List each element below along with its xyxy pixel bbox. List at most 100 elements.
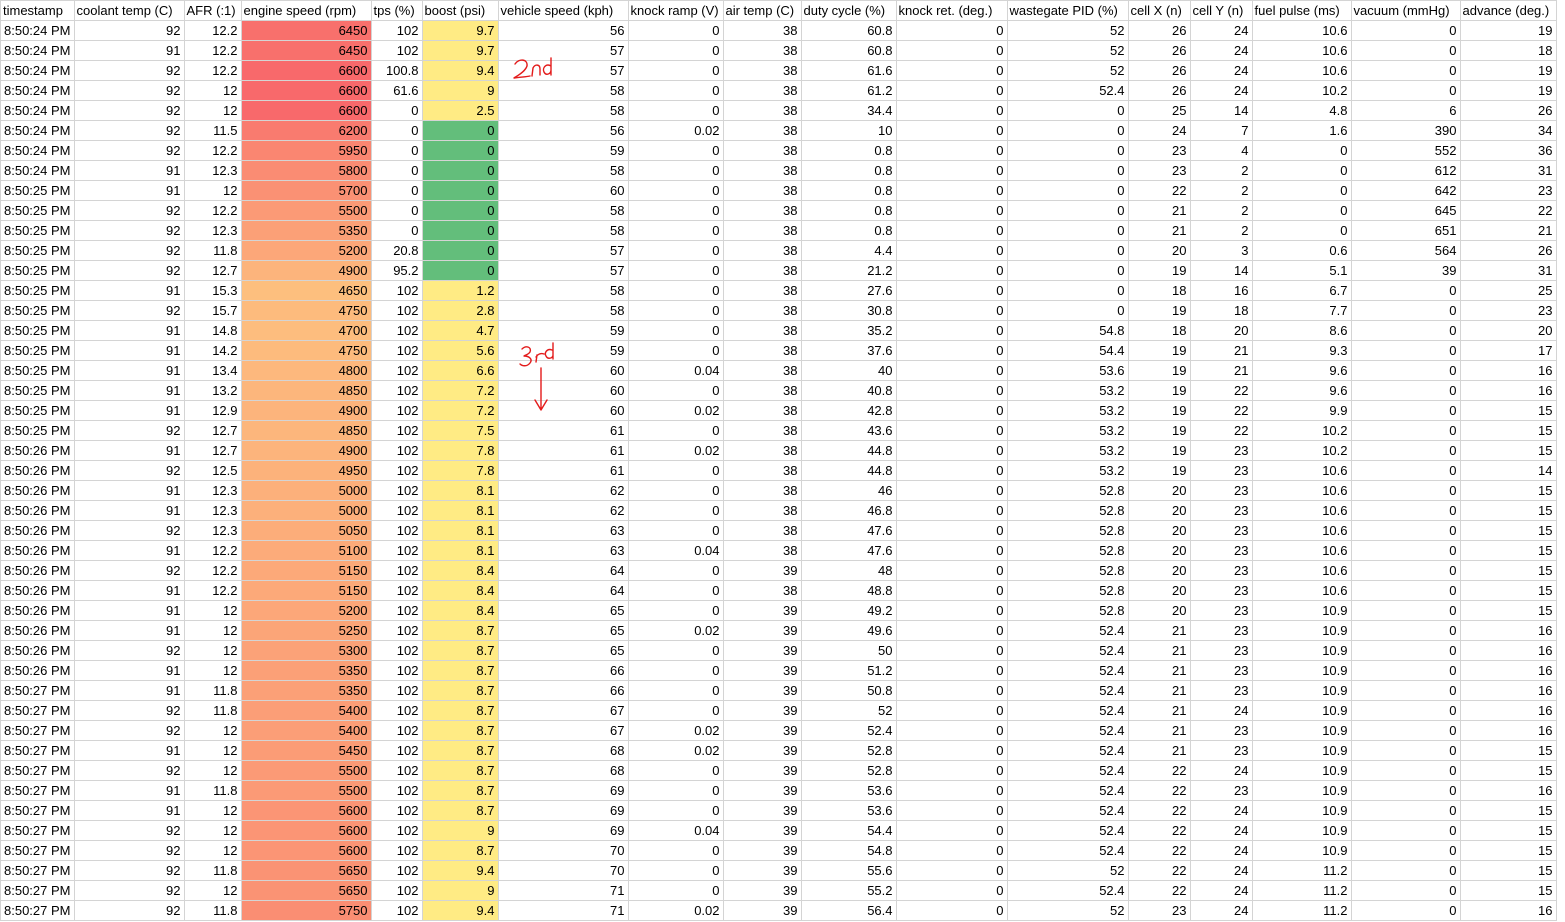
cell-timestamp[interactable]: 8:50:25 PM (0, 380, 75, 401)
cell-vacuum[interactable]: 0 (1350, 520, 1461, 541)
cell-fuel[interactable]: 7.7 (1251, 300, 1352, 321)
cell-speed[interactable]: 71 (497, 880, 629, 901)
cell-duty[interactable]: 60.8 (800, 40, 897, 61)
cell-speed[interactable]: 60 (497, 400, 629, 421)
cell-knockret[interactable]: 0 (895, 120, 1008, 141)
cell-rpm[interactable]: 6600 (240, 60, 372, 81)
cell-knockret[interactable]: 0 (895, 860, 1008, 881)
cell-afr[interactable]: 12.2 (183, 580, 242, 601)
cell-rpm[interactable]: 5350 (240, 680, 372, 701)
cell-afr[interactable]: 12.2 (183, 560, 242, 581)
cell-rpm[interactable]: 4900 (240, 260, 372, 281)
cell-fuel[interactable]: 10.6 (1251, 540, 1352, 561)
cell-cellx[interactable]: 21 (1127, 700, 1191, 721)
cell-speed[interactable]: 64 (497, 580, 629, 601)
cell-cellx[interactable]: 22 (1127, 180, 1191, 201)
cell-boost[interactable]: 7.2 (421, 380, 499, 401)
cell-duty[interactable]: 46 (800, 480, 897, 501)
cell-afr[interactable]: 12.7 (183, 440, 242, 461)
cell-afr[interactable]: 12.2 (183, 140, 242, 161)
cell-knockramp[interactable]: 0 (627, 380, 724, 401)
cell-boost[interactable]: 9.4 (421, 900, 499, 921)
cell-duty[interactable]: 50.8 (800, 680, 897, 701)
cell-afr[interactable]: 12 (183, 600, 242, 621)
cell-wgpid[interactable]: 52.8 (1006, 540, 1129, 561)
cell-fuel[interactable]: 10.6 (1251, 20, 1352, 41)
cell-tps[interactable]: 102 (370, 340, 423, 361)
cell-boost[interactable]: 8.1 (421, 480, 499, 501)
cell-knockret[interactable]: 0 (895, 580, 1008, 601)
cell-cellx[interactable]: 26 (1127, 80, 1191, 101)
cell-duty[interactable]: 54.8 (800, 840, 897, 861)
cell-advance[interactable]: 16 (1459, 700, 1557, 721)
cell-wgpid[interactable]: 52.4 (1006, 660, 1129, 681)
cell-duty[interactable]: 0.8 (800, 220, 897, 241)
cell-timestamp[interactable]: 8:50:26 PM (0, 600, 75, 621)
cell-fuel[interactable]: 10.9 (1251, 740, 1352, 761)
cell-rpm[interactable]: 5600 (240, 840, 372, 861)
cell-knockret[interactable]: 0 (895, 360, 1008, 381)
cell-timestamp[interactable]: 8:50:27 PM (0, 680, 75, 701)
cell-cellx[interactable]: 19 (1127, 260, 1191, 281)
cell-advance[interactable]: 18 (1459, 40, 1557, 61)
cell-knockramp[interactable]: 0 (627, 780, 724, 801)
cell-afr[interactable]: 12.2 (183, 20, 242, 41)
cell-knockret[interactable]: 0 (895, 640, 1008, 661)
cell-airtemp[interactable]: 39 (722, 740, 802, 761)
cell-cellx[interactable]: 20 (1127, 580, 1191, 601)
cell-duty[interactable]: 4.4 (800, 240, 897, 261)
cell-advance[interactable]: 16 (1459, 780, 1557, 801)
cell-cellx[interactable]: 20 (1127, 520, 1191, 541)
cell-vacuum[interactable]: 0 (1350, 540, 1461, 561)
cell-knockret[interactable]: 0 (895, 800, 1008, 821)
cell-advance[interactable]: 25 (1459, 280, 1557, 301)
cell-speed[interactable]: 69 (497, 780, 629, 801)
cell-fuel[interactable]: 10.9 (1251, 720, 1352, 741)
cell-airtemp[interactable]: 39 (722, 760, 802, 781)
cell-speed[interactable]: 57 (497, 60, 629, 81)
cell-afr[interactable]: 13.2 (183, 380, 242, 401)
cell-coolant[interactable]: 92 (73, 240, 185, 261)
cell-coolant[interactable]: 91 (73, 620, 185, 641)
cell-timestamp[interactable]: 8:50:27 PM (0, 720, 75, 741)
cell-duty[interactable]: 55.2 (800, 880, 897, 901)
cell-knockret[interactable]: 0 (895, 660, 1008, 681)
cell-tps[interactable]: 102 (370, 20, 423, 41)
cell-advance[interactable]: 16 (1459, 640, 1557, 661)
cell-knockramp[interactable]: 0 (627, 180, 724, 201)
cell-duty[interactable]: 0.8 (800, 200, 897, 221)
cell-boost[interactable]: 9 (421, 80, 499, 101)
cell-celly[interactable]: 23 (1189, 780, 1253, 801)
column-header-tps[interactable]: tps (%) (370, 0, 423, 21)
cell-boost[interactable]: 8.4 (421, 600, 499, 621)
cell-duty[interactable]: 54.4 (800, 820, 897, 841)
cell-knockramp[interactable]: 0 (627, 700, 724, 721)
cell-knockramp[interactable]: 0 (627, 260, 724, 281)
cell-advance[interactable]: 19 (1459, 20, 1557, 41)
cell-advance[interactable]: 15 (1459, 440, 1557, 461)
cell-speed[interactable]: 63 (497, 540, 629, 561)
cell-wgpid[interactable]: 52 (1006, 60, 1129, 81)
cell-speed[interactable]: 56 (497, 20, 629, 41)
cell-airtemp[interactable]: 38 (722, 60, 802, 81)
cell-boost[interactable]: 0 (421, 160, 499, 181)
column-header-airtemp[interactable]: air temp (C) (722, 0, 802, 21)
cell-afr[interactable]: 12.3 (183, 520, 242, 541)
cell-fuel[interactable]: 10.9 (1251, 820, 1352, 841)
cell-wgpid[interactable]: 52.4 (1006, 700, 1129, 721)
cell-celly[interactable]: 23 (1189, 500, 1253, 521)
column-header-timestamp[interactable]: timestamp (0, 0, 75, 21)
cell-fuel[interactable]: 4.8 (1251, 100, 1352, 121)
cell-wgpid[interactable]: 52.4 (1006, 640, 1129, 661)
cell-wgpid[interactable]: 52.8 (1006, 500, 1129, 521)
cell-knockret[interactable]: 0 (895, 840, 1008, 861)
cell-coolant[interactable]: 92 (73, 80, 185, 101)
cell-rpm[interactable]: 5600 (240, 800, 372, 821)
cell-wgpid[interactable]: 52.4 (1006, 780, 1129, 801)
cell-celly[interactable]: 23 (1189, 640, 1253, 661)
cell-wgpid[interactable]: 53.2 (1006, 420, 1129, 441)
cell-knockramp[interactable]: 0.04 (627, 360, 724, 381)
cell-timestamp[interactable]: 8:50:24 PM (0, 120, 75, 141)
cell-vacuum[interactable]: 0 (1350, 840, 1461, 861)
cell-cellx[interactable]: 25 (1127, 100, 1191, 121)
